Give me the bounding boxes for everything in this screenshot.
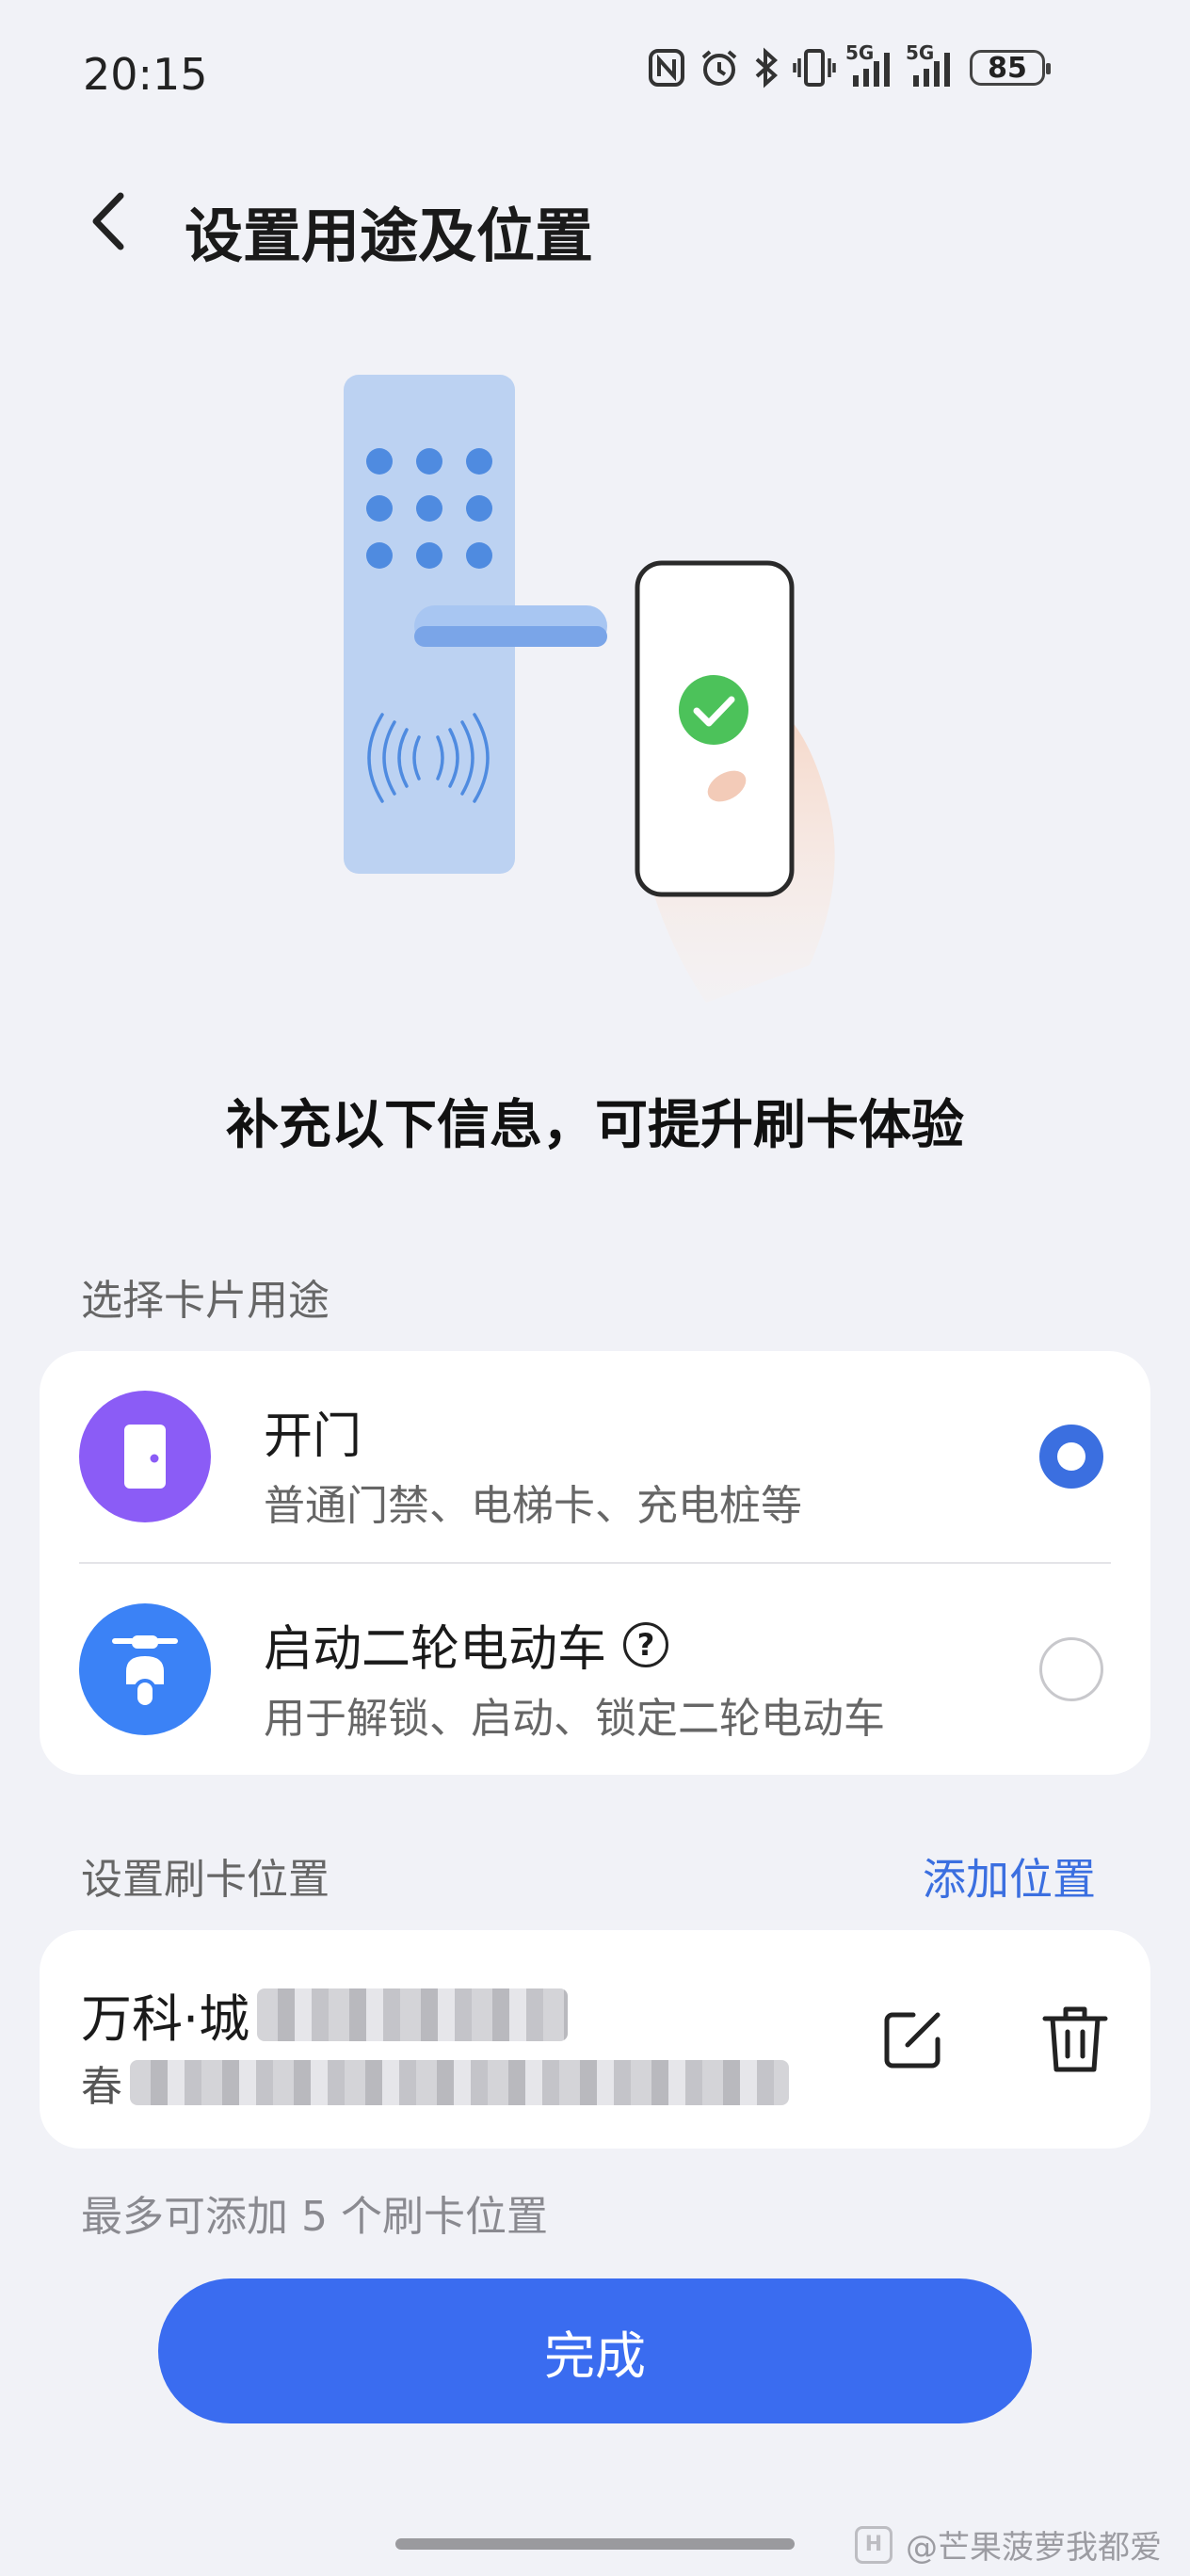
question-icon[interactable]: ?: [623, 1621, 669, 1667]
option-scooter[interactable]: 启动二轮电动车 ? 用于解锁、启动、锁定二轮电动车: [40, 1564, 1150, 1775]
done-button[interactable]: 完成: [158, 2278, 1032, 2423]
watermark: H @芒果菠萝我都爱: [855, 2521, 1162, 2568]
bluetooth-icon: [755, 47, 778, 89]
purpose-card: 开门 普通门禁、电梯卡、充电桩等 启动二轮电动车 ? 用于解锁、启动、锁定二轮电…: [40, 1351, 1150, 1775]
door-icon: [79, 1391, 211, 1522]
edit-icon: [884, 2012, 941, 2069]
option-desc: 用于解锁、启动、锁定二轮电动车: [264, 1695, 885, 1743]
door-lock-illustration: [344, 375, 835, 1003]
location-address: 春: [81, 2063, 122, 2111]
location-limit-note: 最多可添加 5 个刷卡位置: [81, 2193, 548, 2241]
redacted-blur: [257, 1988, 569, 2041]
nfc-icon: [649, 49, 684, 87]
option-title: 启动二轮电动车: [264, 1621, 607, 1678]
option-title: 开门: [264, 1409, 362, 1465]
page-title: 设置用途及位置: [185, 201, 594, 270]
status-time: 20:15: [83, 49, 208, 100]
signal-icon: 5G: [845, 41, 896, 89]
trash-icon: [1042, 2006, 1108, 2072]
location-section-label: 设置刷卡位置: [81, 1856, 330, 1904]
location-item[interactable]: 万科·城 春: [40, 1930, 1150, 2149]
watermark-logo-icon: H: [855, 2525, 892, 2564]
option-open-door[interactable]: 开门 普通门禁、电梯卡、充电桩等: [40, 1351, 1150, 1562]
scooter-icon: [79, 1603, 211, 1735]
alarm-icon: [701, 50, 737, 86]
status-icons: 5G 5G 85: [648, 41, 1051, 89]
radio-unselected[interactable]: [1039, 1637, 1103, 1701]
radio-selected[interactable]: [1039, 1425, 1103, 1489]
chevron-left-icon: [92, 192, 124, 250]
battery-icon: 85: [970, 50, 1051, 86]
subtitle: 补充以下信息，可提升刷卡体验: [226, 1095, 964, 1156]
vibrate-icon: [793, 49, 836, 87]
location-name: 万科·城: [81, 1989, 250, 2049]
battery-level: 85: [988, 51, 1027, 85]
delete-button[interactable]: [1039, 2002, 1111, 2077]
redacted-blur: [130, 2060, 789, 2105]
edit-button[interactable]: [876, 2002, 951, 2077]
purpose-section-label: 选择卡片用途: [81, 1277, 330, 1325]
home-indicator[interactable]: [395, 2538, 795, 2550]
option-desc: 普通门禁、电梯卡、充电桩等: [264, 1482, 802, 1530]
add-location-link[interactable]: 添加位置: [923, 1845, 1096, 1908]
back-button[interactable]: [83, 188, 139, 254]
signal-icon: 5G: [906, 41, 957, 89]
watermark-text: @芒果菠萝我都爱: [906, 2529, 1162, 2567]
